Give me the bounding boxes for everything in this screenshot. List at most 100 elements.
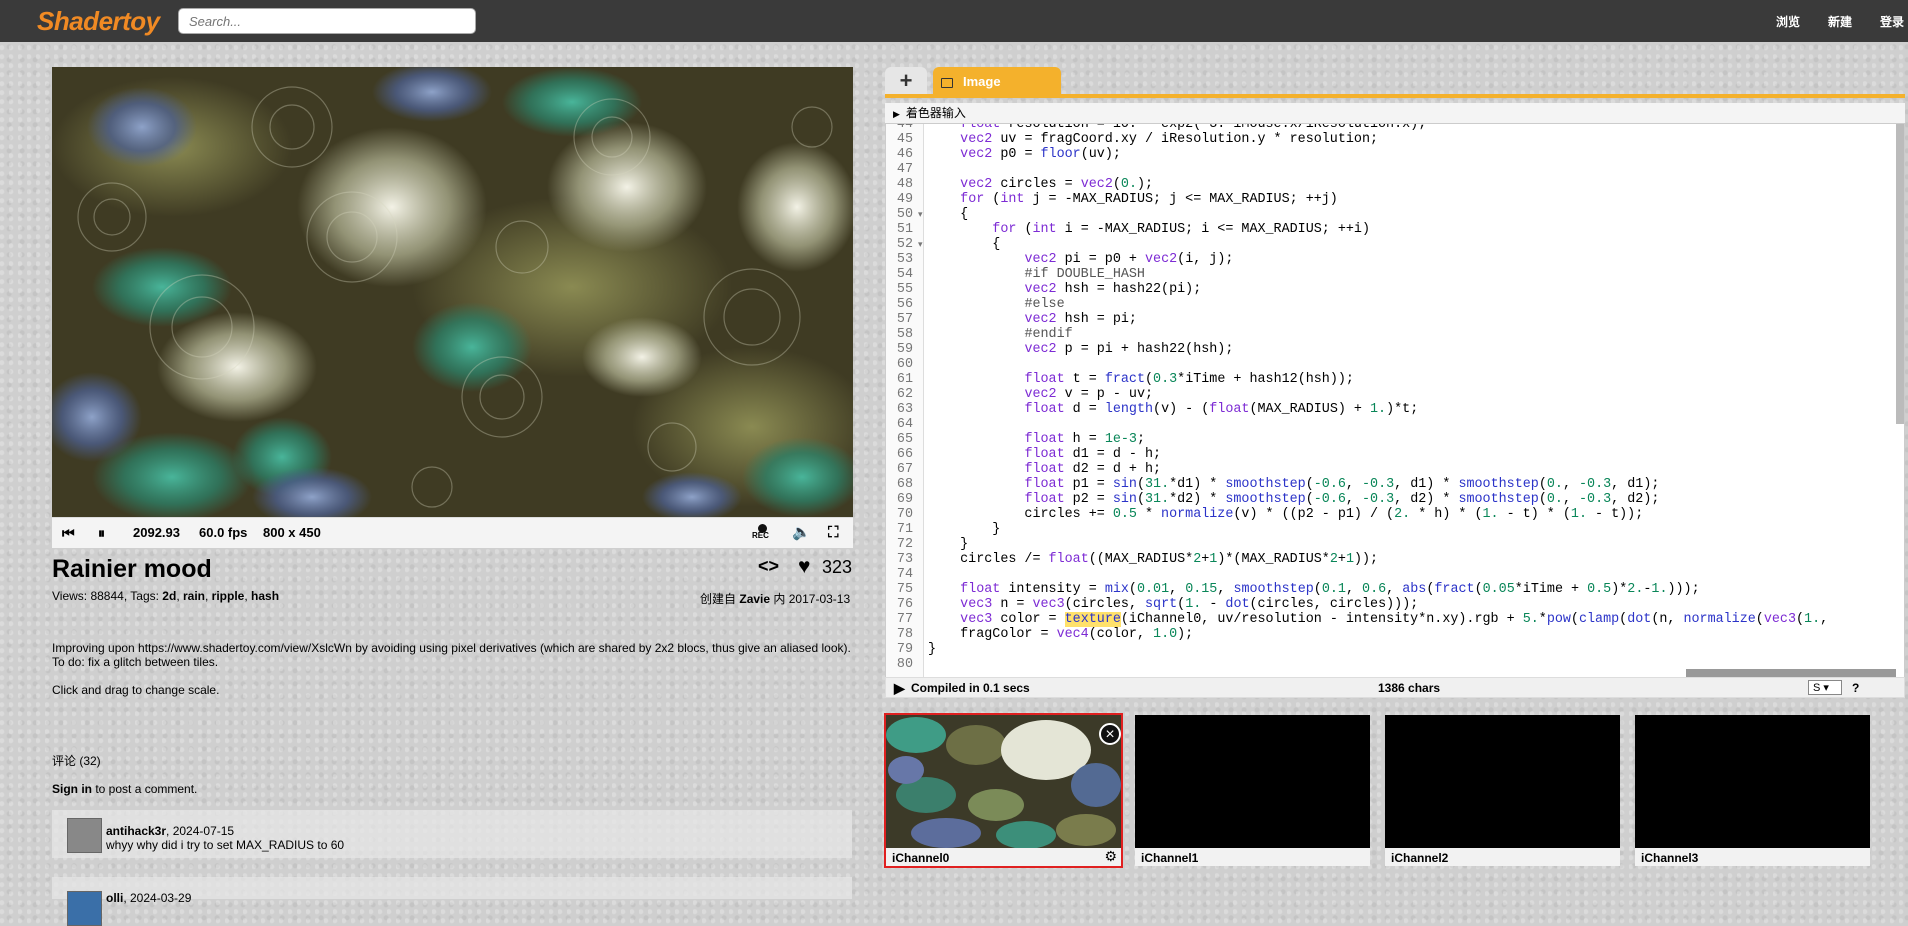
nav-browse[interactable]: 浏览 [1776, 13, 1800, 30]
ichannel2-slot[interactable]: iChannel2 [1385, 715, 1620, 866]
volume-icon[interactable]: 🔈 [792, 518, 811, 548]
code-line[interactable]: 70 circles += 0.5 * normalize(v) * ((p2 … [886, 507, 1828, 522]
compile-play-icon[interactable]: ▶ [894, 678, 905, 699]
channel-name: iChannel3 [1641, 851, 1699, 865]
code-line[interactable]: 54 #if DOUBLE_HASH [886, 267, 1828, 282]
add-tab-button[interactable]: + [885, 67, 927, 96]
line-number: 71 [896, 522, 913, 537]
code-line[interactable]: 61 float t = fract(0.3*iTime + hash12(hs… [886, 372, 1828, 387]
font-size-select[interactable]: S ▾ [1808, 680, 1842, 695]
code-line[interactable]: 52 ▾ { [886, 237, 1828, 252]
comment-user[interactable]: antihack3r [106, 824, 166, 838]
line-number: 66 [896, 447, 913, 462]
shader-meta: Views: 88844, Tags: 2d, rain, ripple, ha… [52, 589, 280, 603]
tag-link[interactable]: ripple [212, 589, 245, 603]
code-line[interactable]: 63 float d = length(v) - (float(MAX_RADI… [886, 402, 1828, 417]
comment-item: antihack3r, 2024-07-15 whyy why did i tr… [52, 810, 852, 858]
line-number: 47 [896, 162, 913, 177]
ichannel0-slot[interactable]: × iChannel0 ⚙ [884, 713, 1123, 868]
like-heart-icon[interactable]: ♥ [798, 555, 810, 579]
code-line[interactable]: 59 vec2 p = pi + hash22(hsh); [886, 342, 1828, 357]
code-line[interactable]: 68 float p1 = sin(31.*d1) * smoothstep(-… [886, 477, 1828, 492]
code-line[interactable]: 45 vec2 uv = fragCoord.xy / iResolution.… [886, 132, 1828, 147]
ichannel3-slot[interactable]: iChannel3 [1635, 715, 1870, 866]
fold-arrow-icon[interactable]: ▾ [918, 238, 928, 253]
help-button[interactable]: ? [1852, 678, 1859, 699]
code-line[interactable]: 50 ▾ { [886, 207, 1828, 222]
code-line[interactable]: 57 vec2 hsh = pi; [886, 312, 1828, 327]
code-line[interactable]: 75 float intensity = mix(0.01, 0.15, smo… [886, 582, 1828, 597]
code-line[interactable]: 56 #else [886, 297, 1828, 312]
remove-texture-icon[interactable]: × [1099, 723, 1121, 745]
shader-inputs-toggle[interactable]: ▶ 着色器输入 [885, 103, 1905, 123]
code-line[interactable]: 79} [886, 642, 1828, 657]
code-line[interactable]: 67 float d2 = d + h; [886, 462, 1828, 477]
created-date: 2017-03-13 [788, 592, 851, 606]
code-text: float resolution = 10. * exp2(-3.*iMouse… [960, 123, 1427, 132]
tag-link[interactable]: hash [251, 589, 279, 603]
ichannel1-slot[interactable]: iChannel1 [1135, 715, 1370, 866]
nav-sign-in[interactable]: 登录 [1880, 13, 1904, 30]
code-line[interactable]: 66 float d1 = d - h; [886, 447, 1828, 462]
comment-date: , 2024-07-15 [166, 824, 235, 838]
shadertoy-logo[interactable]: Shadertoy [37, 6, 160, 37]
code-line[interactable]: 71 } [886, 522, 1828, 537]
line-number: 79 [896, 642, 913, 657]
code-line[interactable]: 73 circles /= float((MAX_RADIUS*2+1)*(MA… [886, 552, 1828, 567]
code-line[interactable]: 76 vec3 n = vec3(circles, sqrt(1. - dot(… [886, 597, 1828, 612]
channel-name: iChannel2 [1391, 851, 1449, 865]
code-line[interactable]: 49 for (int j = -MAX_RADIUS; j <= MAX_RA… [886, 192, 1828, 207]
code-text: vec3 n = vec3(circles, sqrt(1. - dot(cir… [960, 597, 1419, 612]
fullscreen-icon[interactable]: ⛶ [828, 518, 839, 548]
code-text: float d1 = d - h; [1024, 447, 1162, 462]
code-text: vec2 hsh = pi; [1024, 312, 1137, 327]
code-line[interactable]: 55 vec2 hsh = hash22(pi); [886, 282, 1828, 297]
shader-preview-canvas[interactable] [52, 67, 853, 517]
code-text: vec2 p = pi + hash22(hsh); [1024, 342, 1234, 357]
line-number: 44 [896, 123, 913, 132]
code-text: float d = length(v) - (float(MAX_RADIUS)… [1024, 402, 1419, 417]
code-line[interactable]: 44 float resolution = 10. * exp2(-3.*iMo… [886, 123, 1828, 132]
line-number: 55 [896, 282, 913, 297]
code-line[interactable]: 72 } [886, 537, 1828, 552]
code-line[interactable]: 78 fragColor = vec4(color, 1.0); [886, 627, 1828, 642]
code-line[interactable]: 65 float h = 1e-3; [886, 432, 1828, 447]
pause-icon[interactable]: ⏸ [98, 518, 105, 548]
code-line[interactable]: 62 vec2 v = p - uv; [886, 387, 1828, 402]
code-lines[interactable]: 44 float resolution = 10. * exp2(-3.*iMo… [886, 123, 1828, 672]
code-line[interactable]: 51 for (int i = -MAX_RADIUS; i <= MAX_RA… [886, 222, 1828, 237]
record-button[interactable]: REC [752, 518, 774, 548]
code-line[interactable]: 60 [886, 357, 1828, 372]
horizontal-scrollbar[interactable] [1686, 669, 1896, 677]
code-line[interactable]: 58 #endif [886, 327, 1828, 342]
comment-user[interactable]: olli [106, 891, 123, 905]
code-line[interactable]: 74 [886, 567, 1828, 582]
avatar[interactable] [67, 891, 102, 926]
rewind-icon[interactable]: ⏮ [62, 518, 75, 548]
code-line[interactable]: 47 [886, 162, 1828, 177]
vertical-scrollbar[interactable] [1896, 124, 1904, 424]
avatar[interactable] [67, 818, 102, 853]
resolution-readout: 800 x 450 [263, 525, 321, 540]
nav-new[interactable]: 新建 [1828, 13, 1852, 30]
code-line[interactable]: 77 vec3 color = texture(iChannel0, uv/re… [886, 612, 1828, 627]
code-line[interactable]: 48 vec2 circles = vec2(0.); [886, 177, 1828, 192]
line-number: 77 [896, 612, 913, 627]
rain-ripple-render [52, 67, 853, 517]
tag-link[interactable]: rain [183, 589, 205, 603]
tab-image[interactable]: Image [933, 67, 1061, 96]
code-line[interactable]: 46 vec2 p0 = floor(uv); [886, 147, 1828, 162]
code-line[interactable]: 64 [886, 417, 1828, 432]
code-line[interactable]: 53 vec2 pi = p0 + vec2(i, j); [886, 252, 1828, 267]
code-line[interactable]: 69 float p2 = sin(31.*d2) * smoothstep(-… [886, 492, 1828, 507]
line-number: 63 [896, 402, 913, 417]
tag-link[interactable]: 2d [162, 589, 176, 603]
sign-in-link[interactable]: Sign in [52, 782, 92, 796]
fold-arrow-icon[interactable]: ▾ [918, 208, 928, 223]
gear-icon[interactable]: ⚙ [1104, 848, 1117, 865]
code-editor[interactable]: 44 float resolution = 10. * exp2(-3.*iMo… [885, 123, 1905, 678]
embed-code-icon[interactable]: <> [758, 556, 779, 577]
line-number: 70 [896, 507, 913, 522]
author-link[interactable]: Zavie [739, 592, 770, 606]
search-input[interactable] [178, 8, 476, 34]
